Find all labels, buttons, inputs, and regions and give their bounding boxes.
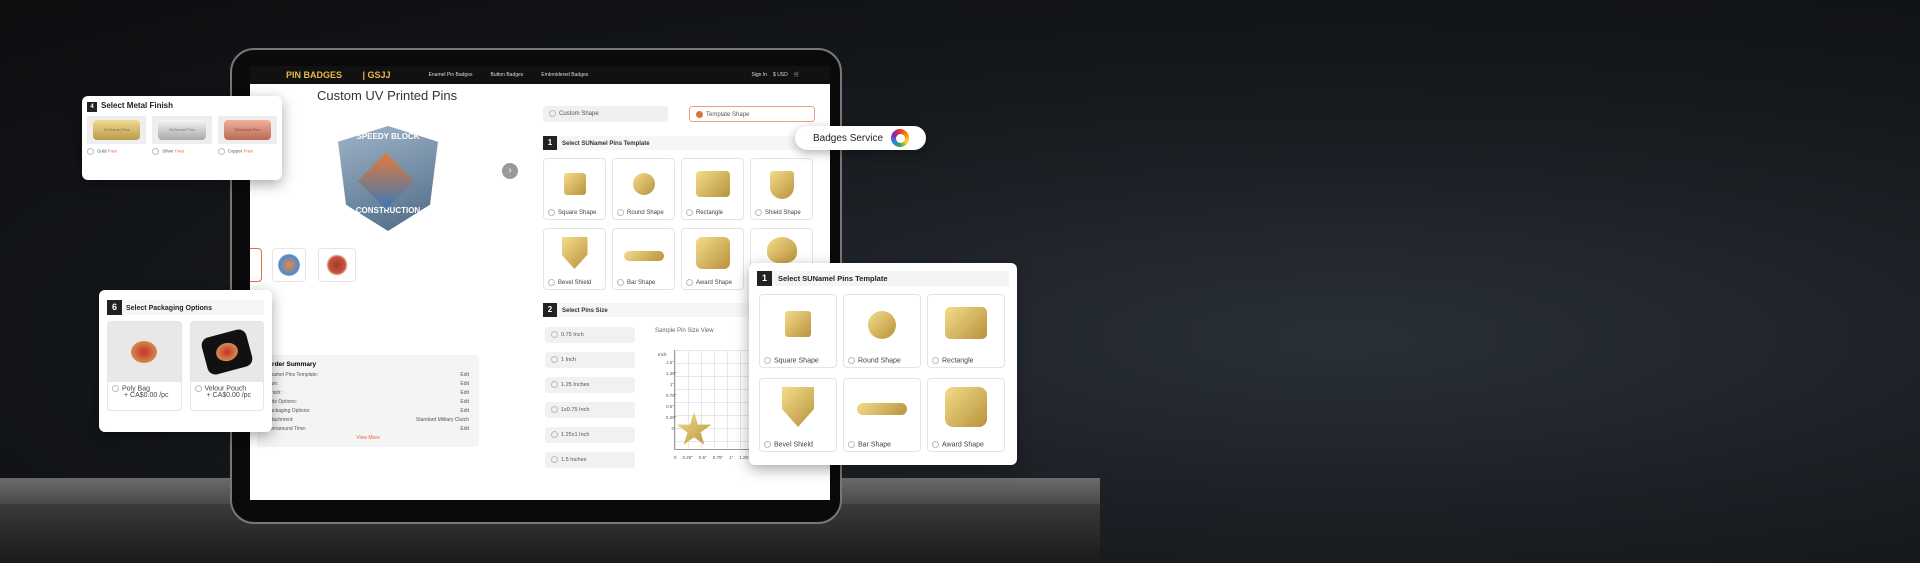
template-rectangle[interactable]: Rectangle	[681, 158, 744, 220]
page-title: Custom UV Printed Pins	[317, 88, 458, 103]
edit-link[interactable]: Edit	[460, 381, 469, 390]
size-option[interactable]: 1.25x1 Inch	[545, 427, 635, 443]
template-bar[interactable]: Bar Shape	[843, 378, 921, 452]
packaging-title: Select Packaging Options	[126, 305, 212, 312]
summary-row: Size: Edit	[267, 381, 469, 390]
thumbnail[interactable]	[250, 248, 262, 282]
edit-link[interactable]: Edit	[460, 408, 469, 417]
template-round[interactable]: Round Shape	[612, 158, 675, 220]
color-ring-icon	[891, 129, 910, 147]
order-summary: Order Summary Enamel Pins Template: Edit …	[257, 355, 479, 447]
size-option[interactable]: 0.75 Inch	[545, 327, 635, 343]
metal-finish-card: 4 Select Metal Finish SUNamel Pins Gold Fr…	[82, 96, 282, 180]
template-square[interactable]: Square Shape	[759, 294, 837, 368]
edit-link[interactable]: Edit	[460, 426, 469, 435]
summary-row: Attachment: Standard Military Clutch	[267, 417, 469, 423]
size-option[interactable]: 1x0.75 Inch	[545, 402, 635, 418]
packaging-poly-bag[interactable]: Poly Bag + CA$0.00 /pc	[107, 321, 182, 411]
template-round[interactable]: Round Shape	[843, 294, 921, 368]
edit-link[interactable]: Edit	[460, 390, 469, 399]
size-chart-title: Sample Pin Size View	[655, 328, 714, 334]
section-1-header: 1 Select SUNamel Pins Template	[543, 136, 815, 150]
edit-link[interactable]: Edit	[460, 399, 469, 408]
nav-link[interactable]: Button Badges	[490, 72, 523, 78]
template-popup-title: Select SUNamel Pins Template	[778, 274, 888, 283]
view-more-link[interactable]: View More	[267, 435, 469, 441]
template-shape-option[interactable]: Template Shape	[689, 106, 815, 122]
y-ticks: 1.5" 1.25" 1" 0.75" 0.5" 0.25" 0	[666, 360, 677, 431]
hero-text-bottom: CONSTRUCTION	[355, 206, 421, 215]
summary-title: Order Summary	[267, 361, 317, 368]
size-option[interactable]: 1.5 Inches	[545, 452, 635, 468]
carousel-next-button[interactable]: ›	[502, 163, 518, 179]
radio-icon	[549, 110, 556, 117]
template-rectangle[interactable]: Rectangle	[927, 294, 1005, 368]
summary-row: Enamel Pins Template: Edit	[267, 372, 469, 381]
template-popup: 1 Select SUNamel Pins Template Square Sha…	[749, 263, 1017, 465]
finish-silver[interactable]: SUNamel Pins Silver Free	[152, 116, 212, 155]
size-option[interactable]: 1.25 Inches	[545, 377, 635, 393]
nav-bar: PIN BADGES | GSJJ Enamel Pin Badges Butt…	[250, 66, 830, 84]
size-grid	[674, 350, 754, 450]
summary-row: Side Options: Edit	[267, 399, 469, 408]
badges-service-pill[interactable]: Badges Service	[795, 126, 926, 150]
template-bar[interactable]: Bar Shape	[612, 228, 675, 290]
nav-link[interactable]: Enamel Pin Badges	[429, 72, 473, 78]
template-square[interactable]: Square Shape	[543, 158, 606, 220]
template-bevel-shield[interactable]: Bevel Shield	[759, 378, 837, 452]
finish-gold[interactable]: SUNamel Pins Gold Free	[87, 116, 147, 155]
template-bevel-shield[interactable]: Bevel Shield	[543, 228, 606, 290]
summary-row: Turnaround Time: Edit	[267, 426, 469, 435]
sign-in-link[interactable]: Sign In	[751, 72, 767, 78]
size-option[interactable]: 1 Inch	[545, 352, 635, 368]
finish-copper[interactable]: SUNamel Pins Copper Free	[217, 116, 277, 155]
currency-select[interactable]: $ USD	[773, 72, 788, 78]
packaging-card: 6 Select Packaging Options Poly Bag + CA$0…	[99, 290, 272, 432]
template-award[interactable]: Award Shape	[927, 378, 1005, 452]
thumbnail[interactable]	[318, 248, 356, 282]
y-unit-label: Inch	[658, 352, 667, 357]
hero-text-top: SPEEDY BLOCK	[356, 132, 420, 141]
radio-selected-icon	[696, 111, 703, 118]
metal-finish-title: Select Metal Finish	[101, 101, 174, 110]
edit-link[interactable]: Edit	[460, 372, 469, 381]
nav-link[interactable]: Embroidered Badges	[541, 72, 588, 78]
template-shield[interactable]: Shield Shape	[750, 158, 813, 220]
summary-row: Packaging Options: Edit	[267, 408, 469, 417]
cart-icon[interactable]: 🛒	[794, 72, 800, 78]
template-award[interactable]: Award Shape	[681, 228, 744, 290]
logo[interactable]: PIN BADGES | GSJJ	[286, 70, 409, 80]
summary-row: Finish: Edit	[267, 390, 469, 399]
thumbnail[interactable]	[272, 248, 306, 282]
x-ticks: 0 0.25" 0.5" 0.75" 1" 1.25"	[674, 455, 750, 460]
custom-shape-option[interactable]: Custom Shape	[543, 106, 668, 122]
packaging-velour-pouch[interactable]: Velour Pouch + CA$0.00 /pc	[189, 321, 264, 411]
